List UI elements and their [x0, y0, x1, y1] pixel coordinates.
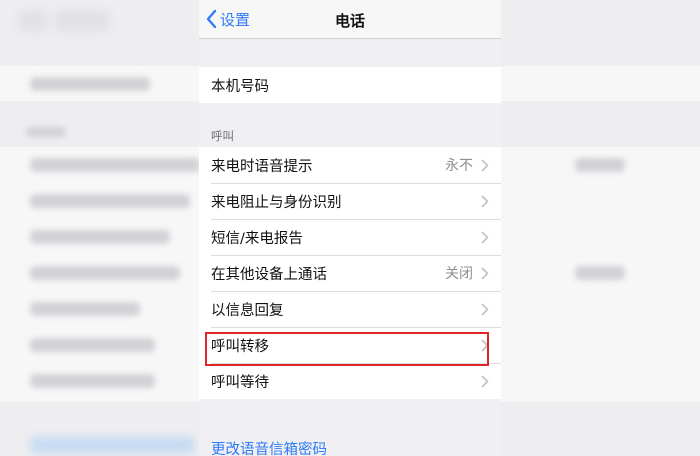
my-number-label: 本机号码: [211, 78, 269, 95]
row-call-blocking[interactable]: 来电阻止与身份识别: [199, 183, 501, 219]
row-label: 以信息回复: [211, 302, 284, 319]
call-forwarding-highlight-box: [205, 332, 489, 366]
row-value: 关闭: [445, 266, 473, 282]
chevron-right-icon: [481, 195, 489, 207]
row-calls-other-devices[interactable]: 在其他设备上通话 关闭: [199, 255, 501, 291]
row-label: 来电阻止与身份识别: [211, 194, 342, 211]
row-value: 永不: [445, 158, 473, 174]
chevron-right-icon: [481, 159, 489, 171]
phone-settings-panel: 设置 电话 本机号码 呼叫 来电时语音提示 永不 来电阻止与身份识别 短信/来电…: [199, 0, 501, 456]
chevron-right-icon: [481, 303, 489, 315]
chevron-right-icon: [481, 375, 489, 387]
row-label: 短信/来电报告: [211, 230, 303, 247]
my-number-row[interactable]: 本机号码: [199, 67, 501, 103]
row-call-waiting[interactable]: 呼叫等待: [199, 363, 501, 399]
navigation-bar: 设置 电话: [199, 0, 501, 39]
page-title: 电话: [334, 12, 365, 30]
row-label: 来电时语音提示: [211, 158, 313, 175]
chevron-right-icon: [481, 231, 489, 243]
row-respond-with-text[interactable]: 以信息回复: [199, 291, 501, 327]
row-label: 在其他设备上通话: [211, 266, 327, 283]
row-label: 呼叫等待: [211, 374, 269, 391]
row-announce-calls[interactable]: 来电时语音提示 永不: [199, 147, 501, 183]
chevron-right-icon: [481, 267, 489, 279]
row-sms-call-reporting[interactable]: 短信/来电报告: [199, 219, 501, 255]
calls-section-header: 呼叫: [211, 129, 234, 143]
change-voicemail-password-link[interactable]: 更改语音信箱密码: [211, 438, 327, 456]
my-number-group: 本机号码: [199, 67, 501, 103]
